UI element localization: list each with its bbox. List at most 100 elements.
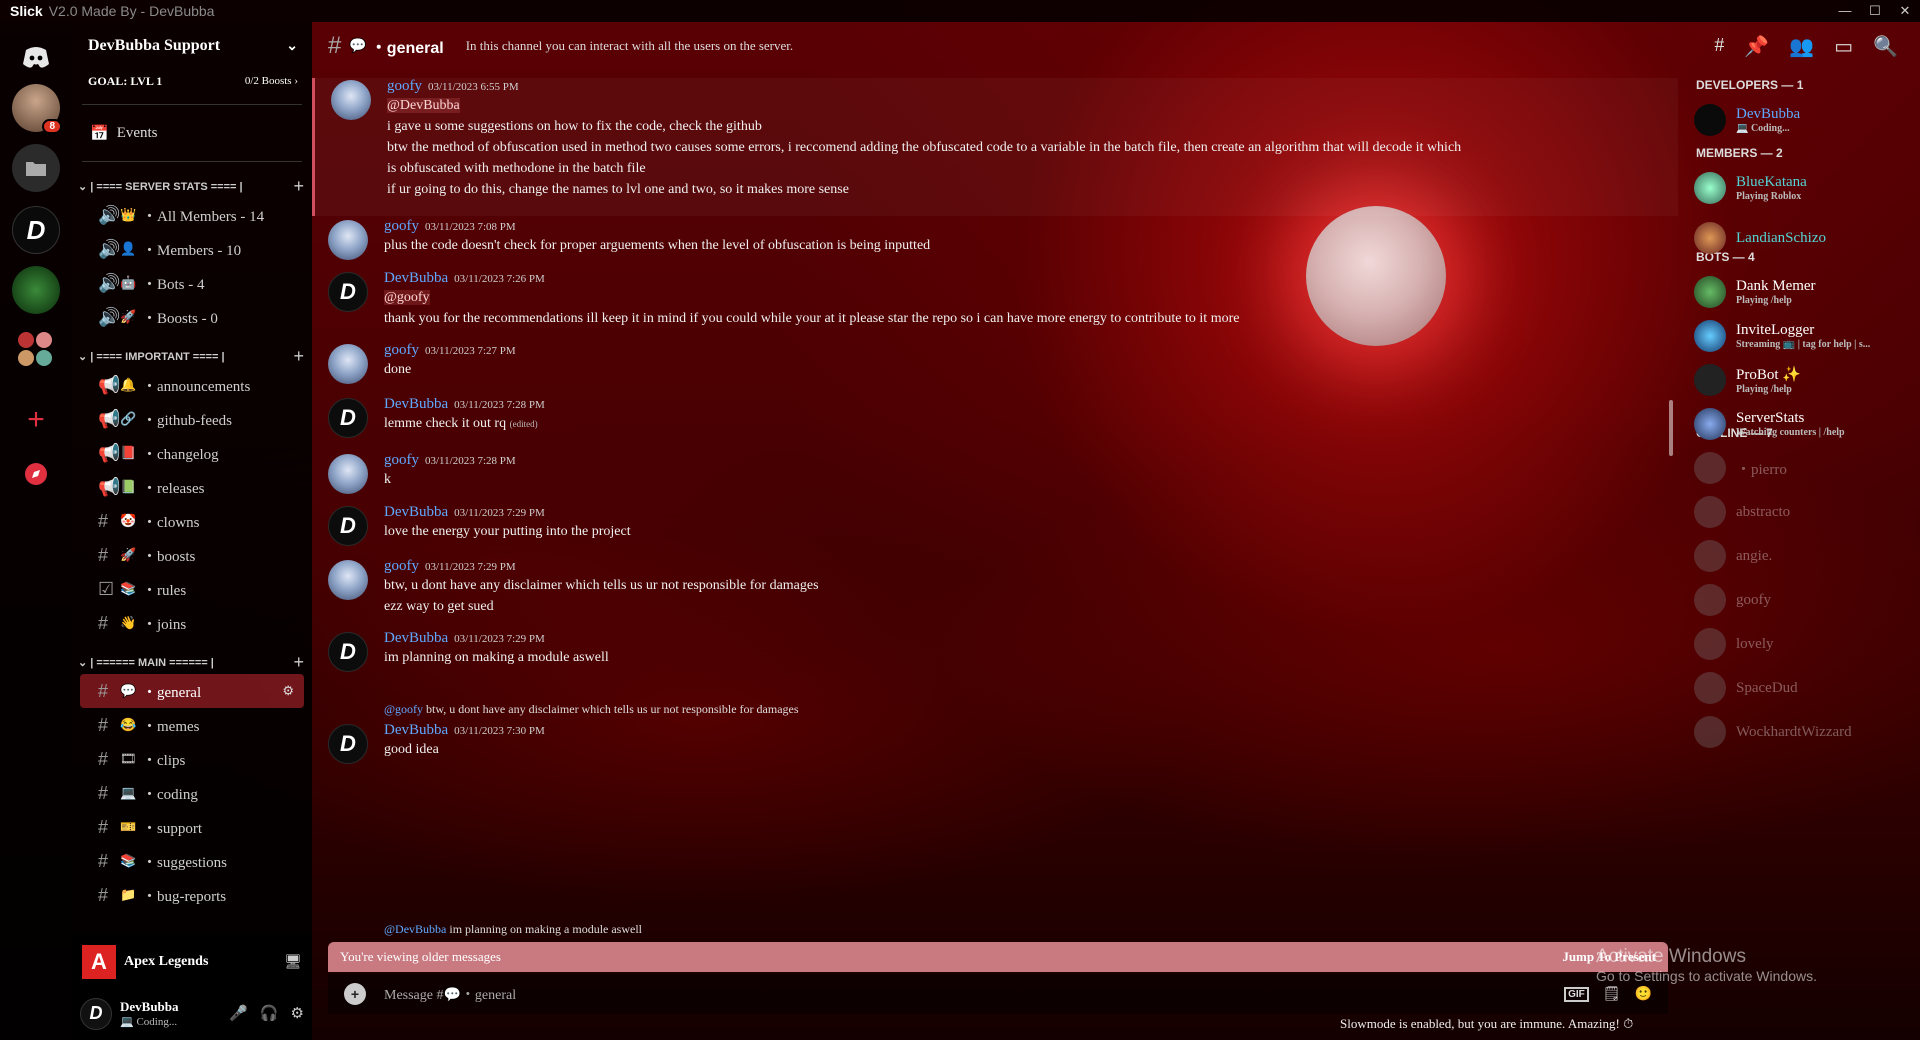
member-item[interactable]: LandianSchizo <box>1694 216 1914 260</box>
inbox-icon[interactable]: ▭ <box>1834 34 1853 59</box>
avatar[interactable] <box>328 454 368 494</box>
author-name[interactable]: goofy <box>384 342 419 358</box>
gif-button[interactable]: GIF <box>1564 986 1589 1002</box>
hash-icon: # <box>98 816 109 837</box>
member-item[interactable]: ・pierro <box>1694 446 1914 490</box>
channel-item[interactable]: # 👋 ・joins <box>80 606 304 640</box>
avatar <box>1694 540 1726 572</box>
emoji-icon[interactable]: 🙂 <box>1635 986 1652 1003</box>
channel-item[interactable]: 📢 📕 ・changelog <box>80 436 304 470</box>
channel-item[interactable]: # 📚 ・suggestions <box>80 844 304 878</box>
devbubba-server-icon[interactable]: D <box>12 206 60 254</box>
dm-avatar[interactable]: 8 <box>12 84 62 134</box>
member-item[interactable]: WockhardtWizzard <box>1694 710 1914 754</box>
channel-item[interactable]: # 💻 ・coding <box>80 776 304 810</box>
member-item[interactable]: ProBot ✨ Playing /help <box>1694 358 1914 402</box>
channel-item[interactable]: # 🎫 ・support <box>80 810 304 844</box>
server-header[interactable]: DevBubba Support ⌄ <box>72 22 312 70</box>
message-input[interactable]: Message #💬・general <box>384 984 516 1004</box>
search-icon[interactable]: 🔍 <box>1873 34 1898 59</box>
member-item[interactable]: InviteLogger Streaming 📺 | tag for help |… <box>1694 314 1914 358</box>
gear-icon[interactable]: ⚙ <box>282 683 294 699</box>
user-mention[interactable]: @DevBubba <box>387 98 460 113</box>
scrollbar[interactable] <box>1669 400 1673 456</box>
channel-item[interactable]: # 🚀 ・boosts <box>80 538 304 572</box>
avatar[interactable]: D <box>328 632 368 672</box>
sticker-icon[interactable]: 🗒 <box>1603 986 1621 1003</box>
avatar[interactable]: D <box>328 506 368 546</box>
member-item[interactable]: lovely <box>1694 622 1914 666</box>
category-server-stats[interactable]: ⌄ | ==== SERVER STATS ==== | + <box>72 174 312 198</box>
folder-icon[interactable] <box>12 144 60 192</box>
member-item[interactable]: BlueKatana Playing Roblox <box>1694 166 1914 210</box>
channel-item[interactable]: # 🤡 ・clowns <box>80 504 304 538</box>
channel-item[interactable]: 📢 🔗 ・github-feeds <box>80 402 304 436</box>
channel-item[interactable]: # 💬 ・general ⚙ <box>80 674 304 708</box>
user-mention[interactable]: @goofy <box>384 290 430 305</box>
author-name[interactable]: DevBubba <box>384 270 448 286</box>
member-name: angie. <box>1736 547 1773 564</box>
reply-preview[interactable]: @DevBubba im planning on making a module… <box>384 922 642 937</box>
green-server-icon[interactable] <box>12 266 60 314</box>
channel-item[interactable]: # 📁 ・bug-reports <box>80 878 304 912</box>
threads-icon[interactable]: # <box>1714 34 1724 59</box>
channel-item[interactable]: 🔊 🚀 ・Boosts - 0 <box>80 300 304 334</box>
member-item[interactable]: Dank Memer Playing /help <box>1694 270 1914 314</box>
maximize-button[interactable]: ☐ <box>1860 0 1890 22</box>
pin-icon[interactable]: 📌 <box>1744 34 1769 59</box>
avatar[interactable] <box>328 344 368 384</box>
reply-preview[interactable]: @goofy btw, u dont have any disclaimer w… <box>384 702 799 717</box>
minimize-button[interactable]: — <box>1830 0 1860 22</box>
author-name[interactable]: goofy <box>384 558 419 574</box>
author-name[interactable]: DevBubba <box>384 396 448 412</box>
headphones-icon[interactable]: 🎧 <box>260 1004 279 1023</box>
avatar[interactable]: D <box>328 272 368 312</box>
boost-goal[interactable]: GOAL: LVL 1 0/2 Boosts › <box>72 70 312 92</box>
author-name[interactable]: DevBubba <box>384 504 448 520</box>
channel-item[interactable]: 📢 🔔 ・announcements <box>80 368 304 402</box>
channel-item[interactable]: # 😂 ・memes <box>80 708 304 742</box>
avatar[interactable] <box>328 560 368 600</box>
avatar[interactable]: D <box>328 398 368 438</box>
add-attachment-icon[interactable]: + <box>344 983 366 1005</box>
author-name[interactable]: goofy <box>384 452 419 468</box>
close-button[interactable]: ✕ <box>1890 0 1920 22</box>
channel-item[interactable]: 📢 📗 ・releases <box>80 470 304 504</box>
screen-share-icon[interactable]: 🖥 <box>284 954 302 971</box>
add-server-icon[interactable]: + <box>12 396 60 444</box>
channel-sidebar: DevBubba Support ⌄ GOAL: LVL 1 0/2 Boost… <box>72 22 312 1040</box>
activity-panel[interactable]: A Apex Legends 🖥 <box>72 937 312 987</box>
explore-servers-icon[interactable] <box>12 450 60 498</box>
member-item[interactable]: SpaceDud <box>1694 666 1914 710</box>
microphone-icon[interactable]: 🎤 <box>229 1004 248 1023</box>
events-item[interactable]: 📅 Events <box>72 117 312 149</box>
add-channel-icon[interactable]: + <box>293 652 304 673</box>
author-name[interactable]: goofy <box>384 218 419 234</box>
message-line: im planning on making a module aswell <box>384 650 609 665</box>
home-button[interactable] <box>12 34 60 82</box>
add-channel-icon[interactable]: + <box>293 346 304 367</box>
author-name[interactable]: goofy <box>387 78 422 94</box>
member-item[interactable]: ServerStats Watching counters | /help <box>1694 402 1914 446</box>
avatar[interactable]: D <box>328 724 368 764</box>
channel-item[interactable]: 🔊 👑 ・All Members - 14 <box>80 198 304 232</box>
author-name[interactable]: DevBubba <box>384 630 448 646</box>
member-item[interactable]: abstracto <box>1694 490 1914 534</box>
members-icon[interactable]: 👥 <box>1789 34 1814 59</box>
avatar[interactable] <box>331 80 371 120</box>
member-item[interactable]: angie. <box>1694 534 1914 578</box>
channel-item[interactable]: 🔊 🤖 ・Bots - 4 <box>80 266 304 300</box>
avatar[interactable]: D <box>80 997 112 1030</box>
channel-item[interactable]: ☑ 📚 ・rules <box>80 572 304 606</box>
author-name[interactable]: DevBubba <box>384 722 448 738</box>
member-item[interactable]: goofy <box>1694 578 1914 622</box>
avatar[interactable] <box>328 220 368 260</box>
channel-item[interactable]: # 🎞 ・clips <box>80 742 304 776</box>
gear-icon[interactable]: ⚙ <box>291 1004 304 1023</box>
channel-item[interactable]: 🔊 👤 ・Members - 10 <box>80 232 304 266</box>
add-channel-icon[interactable]: + <box>293 176 304 197</box>
server-folder-icon[interactable] <box>14 328 58 372</box>
member-item[interactable]: DevBubba 💻 Coding... <box>1694 98 1914 142</box>
category-important[interactable]: ⌄ | ==== IMPORTANT ==== | + <box>72 344 312 368</box>
category-main[interactable]: ⌄ | ====== MAIN ====== | + <box>72 650 312 674</box>
